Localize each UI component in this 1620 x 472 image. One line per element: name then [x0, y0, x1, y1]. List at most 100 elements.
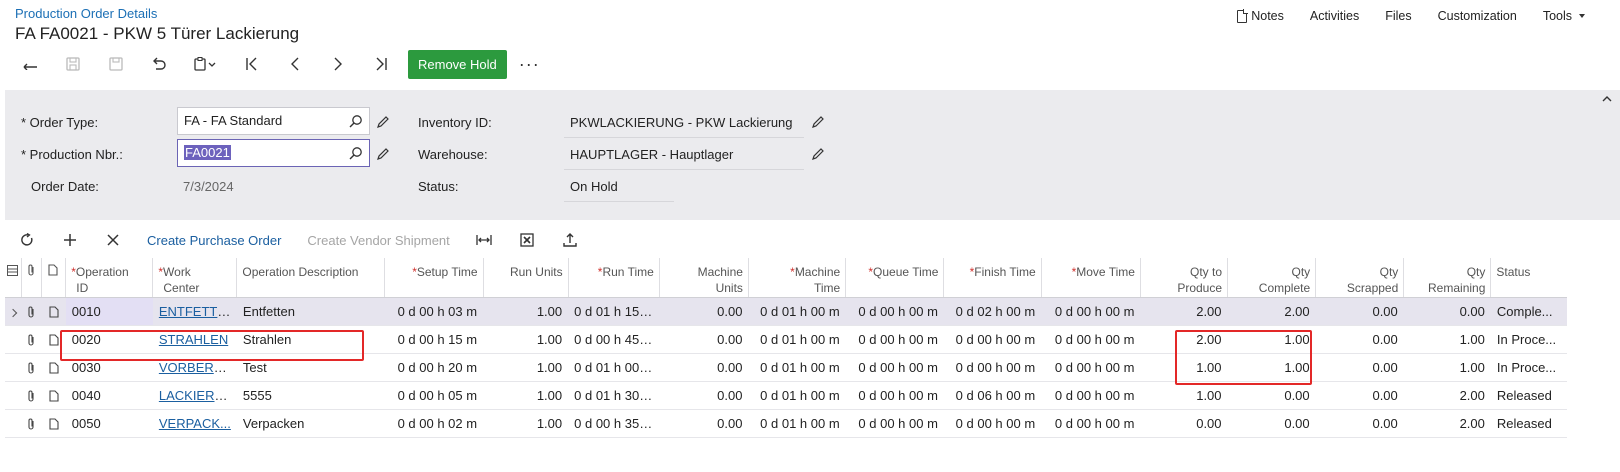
- qty-complete-cell[interactable]: 0.00: [1227, 381, 1316, 410]
- operation-description-cell[interactable]: Entfetten: [236, 297, 385, 326]
- col-queue-time[interactable]: *Queue Time: [845, 258, 945, 298]
- machine-units-cell[interactable]: 0.00: [659, 409, 749, 438]
- qty-remaining-cell[interactable]: 1.00: [1403, 353, 1491, 382]
- qty-remaining-cell[interactable]: 2.00: [1403, 381, 1491, 410]
- edit-inventory-icon[interactable]: [811, 115, 825, 129]
- finish-time-cell[interactable]: 0 d 02 h 00 m: [943, 297, 1042, 326]
- qty-scrapped-cell[interactable]: 0.00: [1315, 381, 1404, 410]
- col-qty-complete[interactable]: Qty Complete: [1227, 258, 1317, 298]
- clipboard-icon[interactable]: [180, 49, 230, 79]
- work-center-cell[interactable]: ENTFETTEN: [152, 297, 237, 326]
- col-status[interactable]: Status: [1490, 258, 1567, 298]
- run-units-cell[interactable]: 1.00: [483, 353, 569, 382]
- work-center-cell[interactable]: LACKIEREN: [152, 381, 237, 410]
- create-vendor-shipment-button[interactable]: Create Vendor Shipment: [294, 233, 462, 248]
- col-run-units[interactable]: Run Units: [483, 258, 569, 298]
- col-machine-time[interactable]: *Machine Time: [748, 258, 847, 298]
- col-qty-remaining[interactable]: Qty Remaining: [1403, 258, 1492, 298]
- setup-time-cell[interactable]: 0 d 00 h 03 m: [384, 297, 484, 326]
- work-center-cell[interactable]: VERPACK...: [152, 409, 237, 438]
- add-row-icon[interactable]: [48, 226, 91, 254]
- prev-record-icon[interactable]: [273, 49, 316, 79]
- move-time-cell[interactable]: 0 d 00 h 00 m: [1041, 325, 1141, 354]
- machine-units-cell[interactable]: 0.00: [659, 353, 749, 382]
- status-cell[interactable]: In Proce...: [1490, 353, 1567, 382]
- col-machine-units[interactable]: Machine Units: [659, 258, 749, 298]
- table-row[interactable]: 0050 VERPACK... Verpacken 0 d 00 h 02 m 1.00…: [5, 409, 1567, 438]
- row-selector[interactable]: [5, 381, 22, 410]
- machine-units-cell[interactable]: 0.00: [659, 381, 749, 410]
- fit-columns-icon[interactable]: [463, 226, 506, 254]
- run-time-cell[interactable]: 0 d 01 h 30 m: [568, 381, 660, 410]
- paperclip-icon[interactable]: [21, 325, 42, 354]
- tools-button[interactable]: Tools: [1530, 9, 1598, 23]
- qty-scrapped-cell[interactable]: 0.00: [1315, 409, 1404, 438]
- note-icon[interactable]: [41, 409, 66, 438]
- machine-units-cell[interactable]: 0.00: [659, 325, 749, 354]
- table-row[interactable]: 0040 LACKIEREN 5555 0 d 00 h 05 m 1.00 0 d 01…: [5, 381, 1567, 410]
- row-selector[interactable]: [5, 325, 22, 354]
- qty-remaining-cell[interactable]: 0.00: [1403, 297, 1491, 326]
- col-operation-id[interactable]: *Operation ID: [65, 258, 154, 298]
- work-center-link[interactable]: VORBEREI...: [159, 360, 237, 375]
- col-setup-time[interactable]: *Setup Time: [384, 258, 484, 298]
- remove-hold-button[interactable]: Remove Hold: [408, 49, 507, 79]
- save-icon[interactable]: [94, 49, 137, 79]
- col-run-time[interactable]: *Run Time: [568, 258, 660, 298]
- setup-time-cell[interactable]: 0 d 00 h 05 m: [384, 381, 484, 410]
- move-time-cell[interactable]: 0 d 00 h 00 m: [1041, 409, 1141, 438]
- queue-time-cell[interactable]: 0 d 00 h 00 m: [845, 325, 944, 354]
- operation-id-cell[interactable]: 0050: [65, 409, 153, 438]
- col-operation-description[interactable]: Operation Description: [236, 258, 386, 298]
- edit-warehouse-icon[interactable]: [811, 147, 825, 161]
- col-qty-to-produce[interactable]: Qty to Produce: [1140, 258, 1229, 298]
- qty-remaining-cell[interactable]: 2.00: [1403, 409, 1491, 438]
- note-icon[interactable]: [41, 297, 66, 326]
- production-nbr-field[interactable]: FA0021: [177, 139, 370, 167]
- machine-time-cell[interactable]: 0 d 01 h 00 m: [748, 325, 846, 354]
- operation-id-cell[interactable]: 0010: [65, 297, 153, 326]
- move-time-cell[interactable]: 0 d 00 h 00 m: [1041, 297, 1141, 326]
- operation-id-cell[interactable]: 0040: [65, 381, 153, 410]
- qty-remaining-cell[interactable]: 1.00: [1403, 325, 1491, 354]
- status-cell[interactable]: In Proce...: [1490, 325, 1567, 354]
- paperclip-icon[interactable]: [21, 409, 42, 438]
- next-record-icon[interactable]: [316, 49, 359, 79]
- upload-icon[interactable]: [549, 226, 592, 254]
- chevron-up-icon[interactable]: [1602, 94, 1612, 104]
- queue-time-cell[interactable]: 0 d 00 h 00 m: [845, 297, 944, 326]
- excel-export-icon[interactable]: [506, 226, 549, 254]
- machine-time-cell[interactable]: 0 d 01 h 00 m: [748, 381, 846, 410]
- row-selector-arrow-icon[interactable]: [5, 297, 22, 326]
- operation-description-cell[interactable]: Verpacken: [236, 409, 385, 438]
- column-settings-icon[interactable]: [5, 258, 22, 298]
- work-center-link[interactable]: ENTFETTEN: [159, 304, 236, 319]
- status-cell[interactable]: Released: [1490, 409, 1567, 438]
- setup-time-cell[interactable]: 0 d 00 h 02 m: [384, 409, 484, 438]
- notes-button[interactable]: Notes: [1224, 9, 1297, 23]
- paperclip-icon[interactable]: [21, 297, 42, 326]
- move-time-cell[interactable]: 0 d 00 h 00 m: [1041, 381, 1141, 410]
- finish-time-cell[interactable]: 0 d 00 h 00 m: [943, 325, 1042, 354]
- last-record-icon[interactable]: [359, 49, 402, 79]
- warehouse-value[interactable]: HAUPTLAGER - Hauptlager: [564, 147, 804, 170]
- setup-time-cell[interactable]: 0 d 00 h 20 m: [384, 353, 484, 382]
- run-units-cell[interactable]: 1.00: [483, 297, 569, 326]
- activities-button[interactable]: Activities: [1297, 9, 1372, 23]
- col-move-time[interactable]: *Move Time: [1041, 258, 1141, 298]
- queue-time-cell[interactable]: 0 d 00 h 00 m: [845, 381, 944, 410]
- finish-time-cell[interactable]: 0 d 06 h 00 m: [943, 381, 1042, 410]
- first-record-icon[interactable]: [230, 49, 273, 79]
- order-date-value[interactable]: 7/3/2024: [177, 179, 282, 202]
- machine-time-cell[interactable]: 0 d 01 h 00 m: [748, 297, 846, 326]
- run-time-cell[interactable]: 0 d 00 h 45 m: [568, 325, 660, 354]
- run-time-cell[interactable]: 0 d 01 h 00 m: [568, 353, 660, 382]
- inventory-id-value[interactable]: PKWLACKIERUNG - PKW Lackierung: [564, 115, 804, 138]
- status-cell[interactable]: Released: [1490, 381, 1567, 410]
- save-close-icon[interactable]: [51, 49, 94, 79]
- customization-button[interactable]: Customization: [1425, 9, 1530, 23]
- edit-order-type-icon[interactable]: [376, 115, 390, 129]
- breadcrumb[interactable]: Production Order Details: [15, 6, 157, 21]
- run-units-cell[interactable]: 1.00: [483, 409, 569, 438]
- paperclip-icon[interactable]: [21, 353, 42, 382]
